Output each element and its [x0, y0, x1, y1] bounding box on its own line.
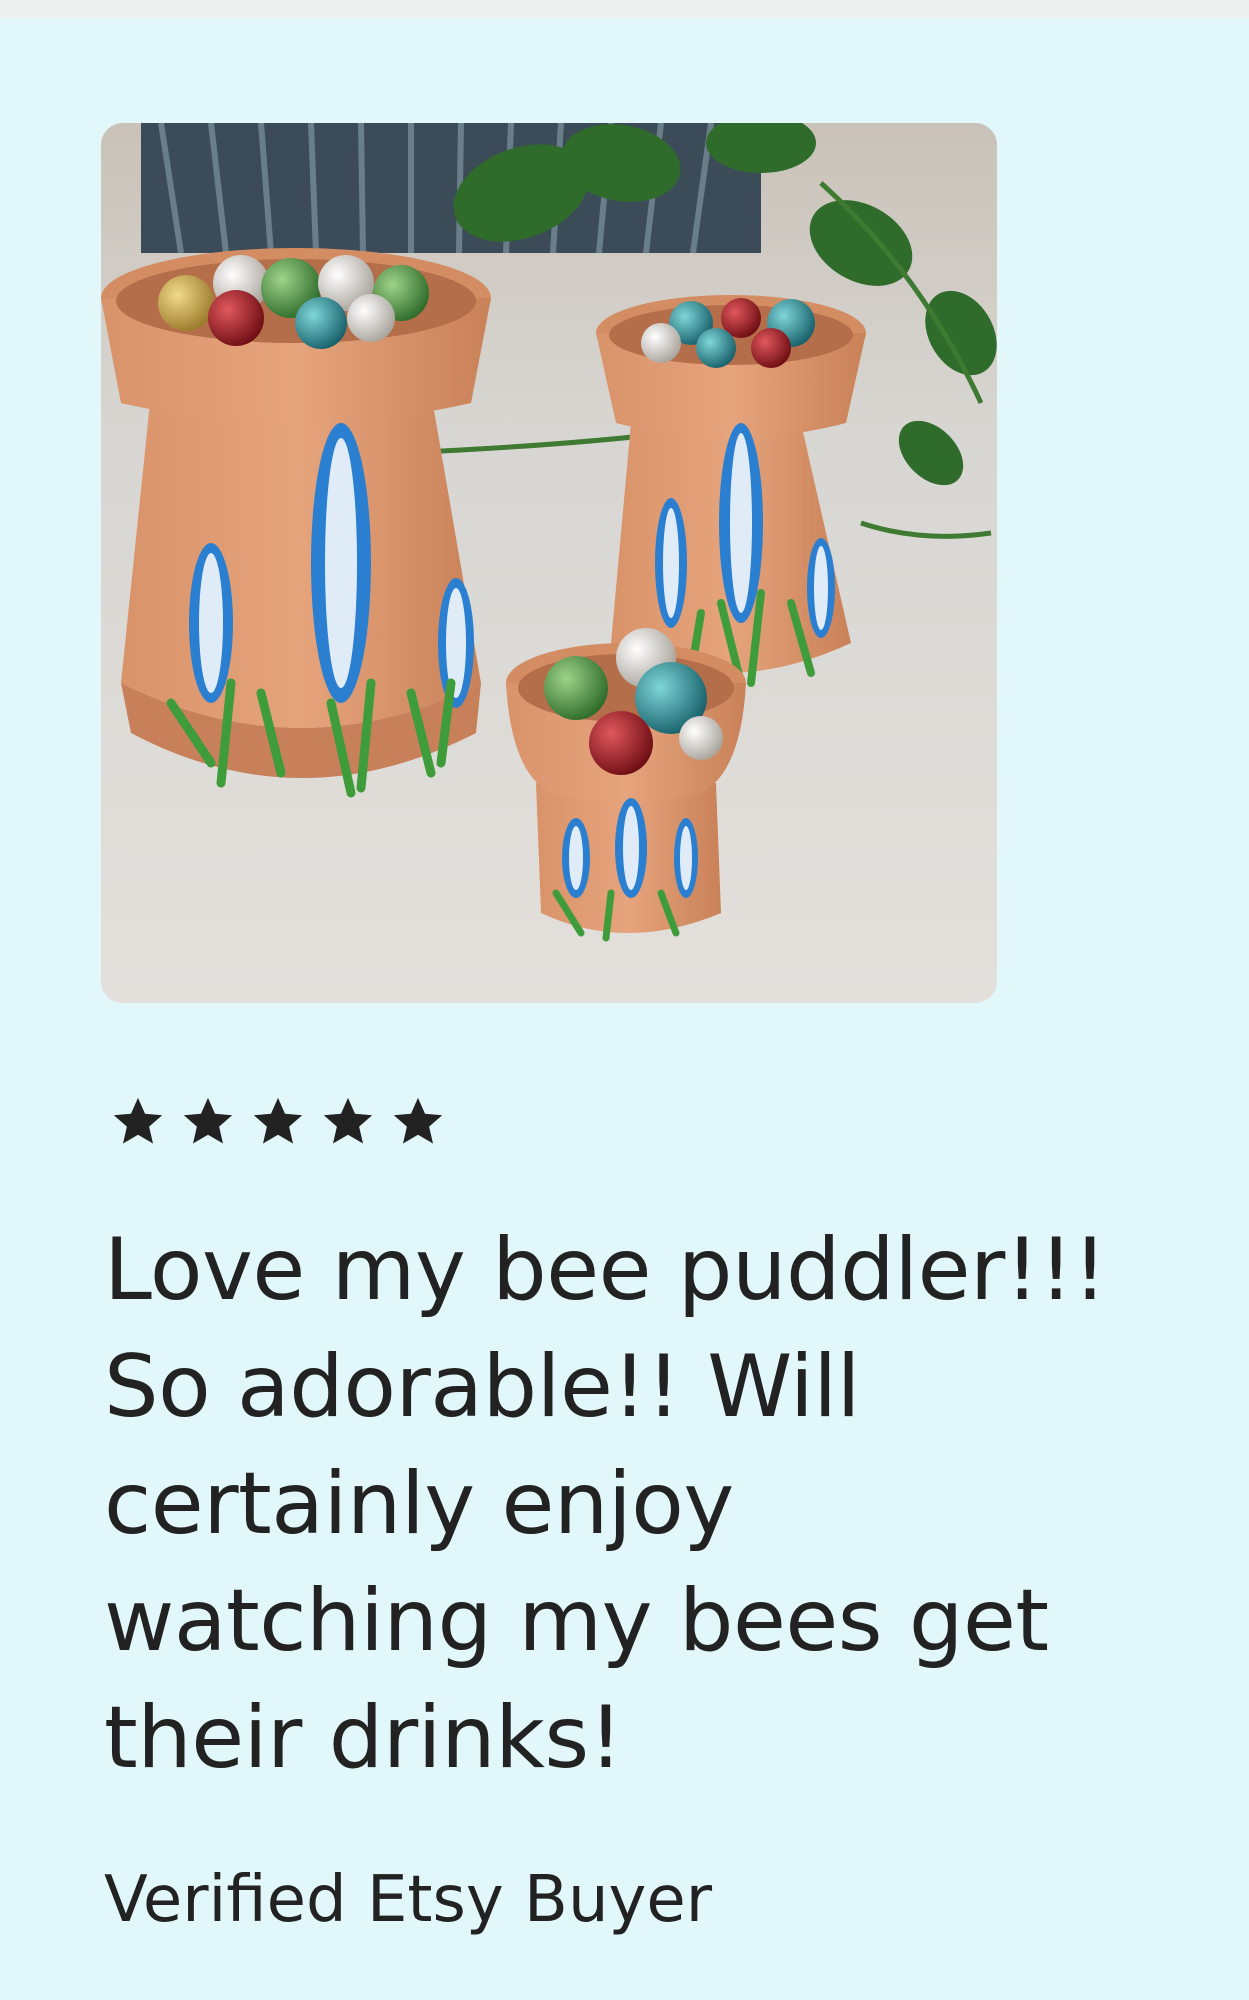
- review-card: Love my bee puddler!!! So adorable!! Wil…: [0, 18, 1249, 2000]
- star-icon: [316, 1090, 380, 1154]
- photo-illustration: [101, 123, 997, 1003]
- reviewer-name: Verified Etsy Buyer: [104, 1863, 713, 1937]
- star-icon: [246, 1090, 310, 1154]
- review-photo[interactable]: [101, 123, 997, 1003]
- star-icon: [176, 1090, 240, 1154]
- star-rating: [106, 1090, 450, 1154]
- star-icon: [106, 1090, 170, 1154]
- review-text: Love my bee puddler!!! So adorable!! Wil…: [104, 1220, 1107, 1788]
- top-strip: [0, 0, 1249, 18]
- star-icon: [386, 1090, 450, 1154]
